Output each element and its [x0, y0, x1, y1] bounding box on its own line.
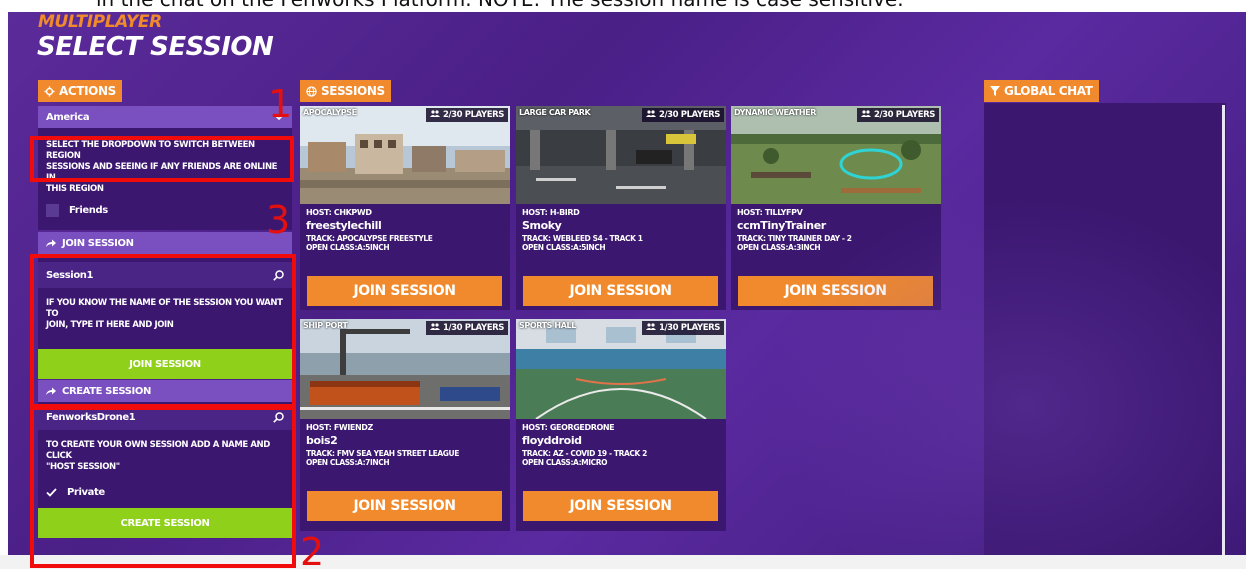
players-icon	[646, 323, 657, 330]
session-card[interactable]: LARGE CAR PARK 2/30 PLAYERS HOST: H-BIRD…	[516, 106, 726, 310]
players-count: 2/30 PLAYERS	[873, 110, 935, 120]
players-count: 1/30 PLAYERS	[442, 323, 504, 333]
annotation-box-create	[30, 406, 296, 568]
annotation-box-join	[30, 254, 296, 408]
session-scene-label: LARGE CAR PARK	[519, 108, 591, 117]
session-name: bois2	[306, 434, 338, 447]
annotation-box-region	[30, 136, 294, 182]
session-scene-label: SPORTS HALL	[519, 321, 576, 330]
global-chat-panel[interactable]	[984, 103, 1226, 555]
players-badge: 2/30 PLAYERS	[426, 108, 508, 122]
global-chat-header: GLOBAL CHAT	[984, 80, 1099, 102]
session-scene-label: SHIP PORT	[303, 321, 348, 330]
session-host: HOST: H-BIRD	[522, 208, 580, 217]
session-track: TRACK: AZ - COVID 19 - TRACK 2	[522, 449, 647, 458]
join-session-header-label: JOIN SESSION	[62, 237, 134, 249]
session-name: freestylechill	[306, 219, 382, 232]
session-track: TRACK: FMV SEA YEAH STREET LEAGUE	[306, 449, 459, 458]
players-count: 2/30 PLAYERS	[442, 110, 504, 120]
session-track: TRACK: WEBLEED S4 - TRACK 1	[522, 234, 643, 243]
friends-toggle[interactable]: Friends	[38, 204, 292, 217]
players-icon	[861, 110, 872, 117]
gear-icon	[44, 85, 55, 97]
filter-icon	[990, 86, 1000, 96]
session-host: HOST: GEORGEDRONE	[522, 423, 615, 432]
players-badge: 2/30 PLAYERS	[642, 108, 724, 122]
session-track: TRACK: TINY TRAINER DAY - 2	[737, 234, 852, 243]
session-card[interactable]: SPORTS HALL 1/30 PLAYERS HOST: GEORGEDRO…	[516, 319, 726, 531]
multiplayer-label: MULTIPLAYER	[38, 12, 162, 32]
join-session-card-button[interactable]: JOIN SESSION	[738, 276, 933, 306]
session-class: OPEN CLASS:A:3INCH	[737, 243, 821, 252]
session-name: Smoky	[522, 219, 562, 232]
region-hint-line-3: THIS REGION	[46, 184, 104, 192]
session-class: OPEN CLASS:A:5INCH	[522, 243, 606, 252]
players-badge: 1/30 PLAYERS	[642, 321, 724, 335]
players-count: 1/30 PLAYERS	[658, 323, 720, 333]
join-session-card-button[interactable]: JOIN SESSION	[523, 276, 718, 306]
session-thumbnail: DYNAMIC WEATHER 2/30 PLAYERS	[731, 106, 941, 204]
session-host: HOST: CHKPWD	[306, 208, 372, 217]
session-name: floyddroid	[522, 434, 582, 447]
region-dropdown-value: America	[46, 111, 90, 123]
players-badge: 1/30 PLAYERS	[426, 321, 508, 335]
session-class: OPEN CLASS:A:5INCH	[306, 243, 390, 252]
sessions-header: SESSIONS	[300, 80, 391, 102]
players-icon	[430, 323, 441, 330]
friends-checkbox[interactable]	[46, 204, 59, 217]
session-thumbnail: APOCALYPSE 2/30 PLAYERS	[300, 106, 510, 204]
annotation-number-1: 1	[268, 82, 293, 126]
players-count: 2/30 PLAYERS	[658, 110, 720, 120]
session-class: OPEN CLASS:A:7INCH	[306, 458, 390, 467]
actions-header: ACTIONS	[38, 80, 122, 102]
global-chat-header-label: GLOBAL CHAT	[1004, 84, 1093, 98]
actions-header-label: ACTIONS	[59, 84, 116, 98]
session-scene-label: APOCALYPSE	[303, 108, 357, 117]
annotation-number-3: 3	[266, 198, 291, 242]
sessions-header-label: SESSIONS	[321, 84, 385, 98]
chat-scrollbar[interactable]	[1222, 105, 1225, 555]
top-note-strip: in the chat on the Fenworks Platform. NO…	[0, 0, 1246, 12]
annotation-number-2: 2	[300, 530, 325, 569]
join-session-card-button[interactable]: JOIN SESSION	[307, 491, 502, 521]
session-host: HOST: FWIENDZ	[306, 423, 373, 432]
region-dropdown[interactable]: America	[38, 106, 292, 128]
players-icon	[646, 110, 657, 117]
session-track: TRACK: APOCALYPSE FREESTYLE	[306, 234, 433, 243]
session-thumbnail: LARGE CAR PARK 2/30 PLAYERS	[516, 106, 726, 204]
players-badge: 2/30 PLAYERS	[857, 108, 939, 122]
page-title: SELECT SESSION	[37, 32, 274, 62]
share-arrow-icon	[46, 239, 56, 247]
session-card[interactable]: DYNAMIC WEATHER 2/30 PLAYERS HOST: TILLY…	[731, 106, 941, 310]
session-card[interactable]: APOCALYPSE 2/30 PLAYERS HOST: CHKPWD fre…	[300, 106, 510, 310]
session-host: HOST: TILLYFPV	[737, 208, 803, 217]
session-thumbnail: SPORTS HALL 1/30 PLAYERS	[516, 319, 726, 419]
join-session-card-button[interactable]: JOIN SESSION	[307, 276, 502, 306]
top-note-text: in the chat on the Fenworks Platform. NO…	[96, 0, 904, 11]
session-class: OPEN CLASS:A:MICRO	[522, 458, 608, 467]
session-thumbnail: SHIP PORT 1/30 PLAYERS	[300, 319, 510, 419]
globe-icon	[306, 85, 317, 97]
join-session-card-button[interactable]: JOIN SESSION	[523, 491, 718, 521]
friends-label: Friends	[69, 205, 108, 216]
session-scene-label: DYNAMIC WEATHER	[734, 108, 816, 117]
session-card[interactable]: SHIP PORT 1/30 PLAYERS HOST: FWIENDZ boi…	[300, 319, 510, 531]
join-session-header: JOIN SESSION	[38, 232, 292, 254]
players-icon	[430, 110, 441, 117]
session-name: ccmTinyTrainer	[737, 219, 826, 232]
